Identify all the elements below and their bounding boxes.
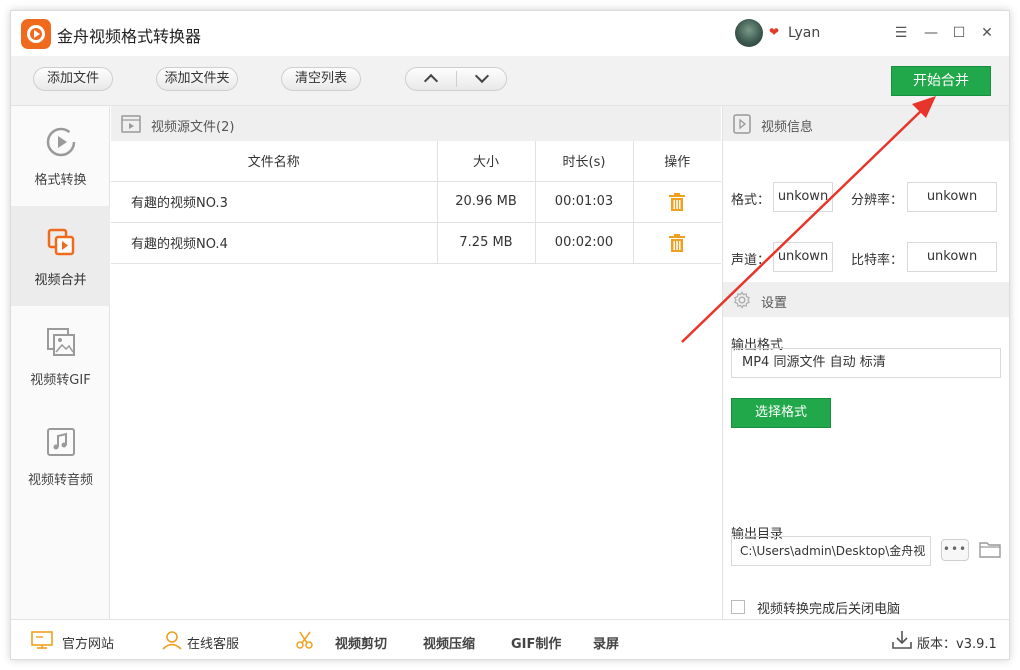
play-circle-icon bbox=[46, 127, 76, 157]
sidebar-item-label: 视频合并 bbox=[34, 273, 87, 288]
screen-record-link[interactable]: 录屏 bbox=[593, 633, 619, 652]
table-row[interactable]: 有趣的视频NO.4 7.25 MB 00:02:00 bbox=[111, 222, 721, 264]
resolution-label: 分辨率： bbox=[851, 193, 904, 208]
username[interactable]: Lyan bbox=[788, 25, 820, 41]
app-window: 金舟视频格式转换器 ❤ Lyan ☰ — ☐ ✕ 添加文件 添加文件夹 清空列表… bbox=[10, 10, 1010, 660]
format-value: unkown bbox=[773, 182, 833, 212]
version-label: 版本：v3.9.1 bbox=[917, 637, 997, 652]
move-up-button[interactable] bbox=[406, 68, 456, 90]
column-header-action: 操作 bbox=[633, 141, 721, 182]
sidebar-item-label: 格式转换 bbox=[34, 173, 87, 188]
sidebar-item-label: 视频转音频 bbox=[27, 473, 93, 488]
action-cell bbox=[633, 222, 721, 264]
support-agent-icon bbox=[162, 631, 182, 650]
file-size: 7.25 MB bbox=[437, 222, 536, 264]
folder-icon[interactable] bbox=[979, 539, 1001, 559]
sidebar-item-format-convert[interactable]: 格式转换 bbox=[11, 106, 110, 206]
add-folder-button[interactable]: 添加文件夹 bbox=[156, 67, 238, 91]
video-info-header: 视频信息 bbox=[723, 106, 1009, 141]
user-avatar[interactable] bbox=[735, 19, 763, 47]
column-header-duration: 时长(s) bbox=[535, 141, 634, 182]
vip-heart-icon: ❤ bbox=[769, 25, 780, 39]
action-cell bbox=[633, 181, 721, 223]
browse-more-button[interactable]: ••• bbox=[941, 539, 969, 561]
shutdown-label: 视频转换完成后关闭电脑 bbox=[757, 602, 901, 617]
gear-icon bbox=[733, 291, 751, 309]
format-label: 格式： bbox=[731, 193, 771, 208]
trash-icon[interactable] bbox=[667, 192, 687, 212]
sidebar-item-video-to-audio[interactable]: 视频转音频 bbox=[11, 406, 110, 506]
title-bar: 金舟视频格式转换器 ❤ Lyan ☰ — ☐ ✕ bbox=[11, 11, 1009, 56]
video-info-title: 视频信息 bbox=[761, 120, 814, 135]
close-button[interactable]: ✕ bbox=[977, 23, 997, 43]
film-icon bbox=[121, 115, 141, 133]
file-duration: 00:02:00 bbox=[535, 222, 634, 264]
output-dir-field[interactable]: C:\Users\admin\Desktop\金舟视 bbox=[731, 536, 931, 566]
music-note-icon bbox=[47, 428, 75, 456]
toolbar: 添加文件 添加文件夹 清空列表 开始合并 bbox=[11, 56, 1009, 106]
gif-make-link[interactable]: GIF制作 bbox=[511, 633, 561, 652]
move-arrows bbox=[405, 67, 507, 91]
move-down-button[interactable] bbox=[457, 68, 507, 90]
file-table: 文件名称 大小 时长(s) 操作 有趣的视频NO.3 20.96 MB 00:0… bbox=[111, 141, 721, 264]
column-header-size: 大小 bbox=[437, 141, 536, 182]
column-header-name: 文件名称 bbox=[111, 141, 438, 182]
file-size: 20.96 MB bbox=[437, 181, 536, 223]
app-title: 金舟视频格式转换器 bbox=[57, 27, 202, 46]
video-compress-link[interactable]: 视频压缩 bbox=[423, 633, 475, 652]
menu-button[interactable]: ☰ bbox=[891, 23, 911, 43]
app-logo-icon bbox=[21, 19, 51, 49]
output-format-field[interactable]: MP4 同源文件 自动 标清 bbox=[731, 348, 1001, 378]
channel-label: 声道： bbox=[731, 253, 771, 268]
clear-list-button[interactable]: 清空列表 bbox=[281, 67, 361, 91]
file-name: 有趣的视频NO.3 bbox=[111, 181, 438, 223]
settings-header: 设置 bbox=[723, 282, 1009, 317]
file-list-panel: 视频源文件(2) 文件名称 大小 时长(s) 操作 有趣的视频NO.3 20.9… bbox=[111, 106, 721, 619]
chevron-down-icon bbox=[474, 68, 490, 84]
chevron-up-icon bbox=[423, 73, 439, 89]
right-panel: 视频信息 格式： unkown 分辨率： unkown 声道： unkown 比… bbox=[722, 106, 1009, 619]
scissors-icon bbox=[296, 631, 313, 649]
trash-icon[interactable] bbox=[667, 233, 687, 253]
download-icon bbox=[892, 631, 912, 649]
table-header-row: 文件名称 大小 时长(s) 操作 bbox=[111, 141, 721, 182]
resolution-value: unkown bbox=[907, 182, 997, 212]
shutdown-checkbox[interactable] bbox=[731, 600, 745, 614]
file-list-title: 视频源文件(2) bbox=[151, 120, 235, 135]
image-icon bbox=[47, 328, 75, 356]
bitrate-value: unkown bbox=[907, 242, 997, 272]
choose-format-button[interactable]: 选择格式 bbox=[731, 398, 831, 428]
sidebar-item-video-merge[interactable]: 视频合并 bbox=[11, 206, 110, 306]
sidebar: 格式转换 视频合并 视频转GIF 视频转音频 bbox=[11, 106, 110, 619]
file-list-header: 视频源文件(2) bbox=[111, 106, 721, 141]
sidebar-item-video-to-gif[interactable]: 视频转GIF bbox=[11, 306, 110, 406]
file-duration: 00:01:03 bbox=[535, 181, 634, 223]
video-cut-link[interactable]: 视频剪切 bbox=[335, 633, 387, 652]
table-row[interactable]: 有趣的视频NO.3 20.96 MB 00:01:03 bbox=[111, 181, 721, 223]
minimize-button[interactable]: — bbox=[921, 23, 941, 43]
official-website-link[interactable]: 官方网站 bbox=[62, 633, 114, 652]
sidebar-item-label: 视频转GIF bbox=[30, 373, 91, 388]
settings-title: 设置 bbox=[761, 296, 788, 311]
footer-bar: 官方网站 在线客服 视频剪切 视频压缩 GIF制作 录屏 版本：v3.9.1 bbox=[11, 619, 1009, 659]
start-merge-button[interactable]: 开始合并 bbox=[891, 66, 991, 96]
video-file-icon bbox=[733, 114, 751, 134]
channel-value: unkown bbox=[773, 242, 833, 272]
bitrate-label: 比特率： bbox=[851, 253, 904, 268]
online-support-link[interactable]: 在线客服 bbox=[187, 633, 239, 652]
monitor-icon bbox=[31, 631, 53, 649]
add-file-button[interactable]: 添加文件 bbox=[33, 67, 113, 91]
merge-icon bbox=[47, 228, 75, 256]
file-name: 有趣的视频NO.4 bbox=[111, 222, 438, 264]
maximize-button[interactable]: ☐ bbox=[949, 23, 969, 43]
